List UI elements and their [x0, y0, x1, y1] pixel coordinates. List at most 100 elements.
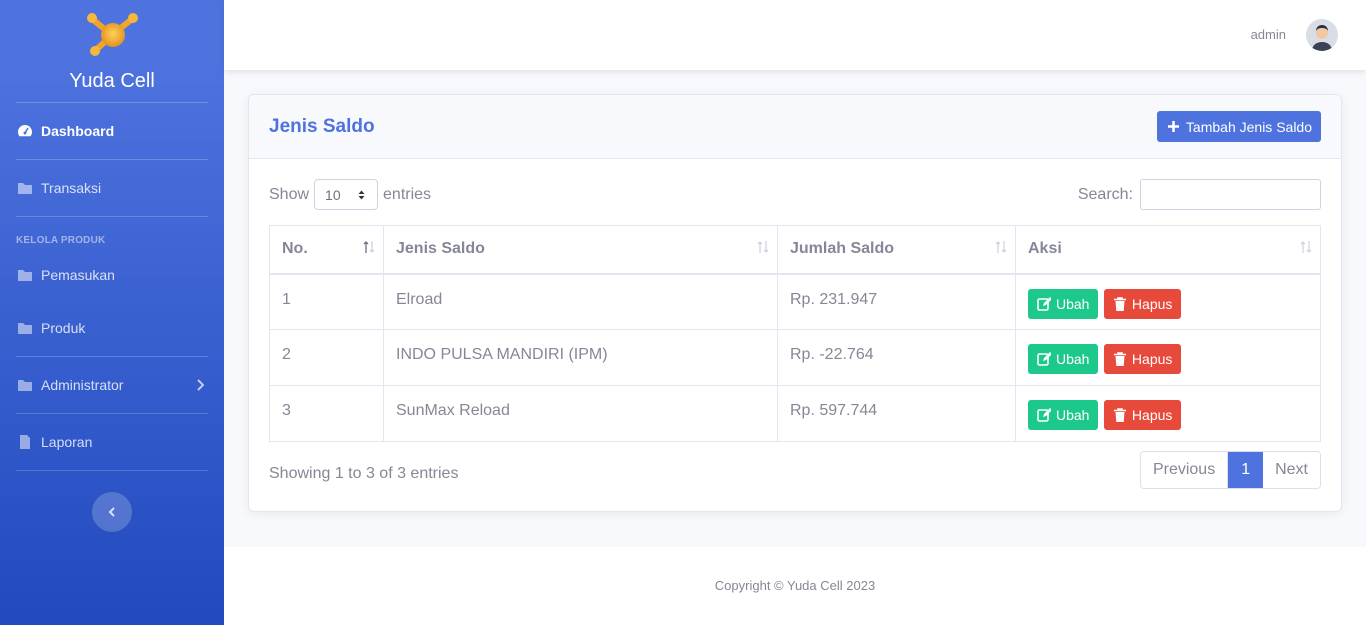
- trash-icon: [1113, 352, 1126, 366]
- column-header-label: Aksi: [1028, 240, 1062, 258]
- column-header-label: Jenis Saldo: [396, 240, 485, 258]
- column-header-no[interactable]: No.: [269, 225, 384, 275]
- entries-select-value: 10: [325, 186, 341, 203]
- edit-icon: [1037, 352, 1051, 366]
- sidebar-item-produk[interactable]: Produk: [0, 300, 224, 356]
- card-header: Jenis Saldo Tambah Jenis Saldo: [249, 95, 1341, 159]
- folder-icon: [18, 270, 32, 281]
- delete-button[interactable]: Hapus: [1103, 344, 1182, 374]
- avatar[interactable]: [1306, 19, 1338, 51]
- sidebar-item-label: Pemasukan: [41, 267, 115, 283]
- sidebar-item-label: Produk: [41, 320, 86, 336]
- cell-aksi: Ubah Hapus: [1015, 385, 1321, 442]
- edit-button[interactable]: Ubah: [1028, 400, 1099, 430]
- sort-asc-icon: [363, 241, 375, 253]
- sidebar-divider: [16, 470, 208, 471]
- cell-jenis-saldo: SunMax Reload: [383, 385, 778, 442]
- column-header-aksi[interactable]: Aksi: [1015, 225, 1321, 275]
- cell-no: 2: [269, 329, 384, 386]
- cell-jenis-saldo: Elroad: [383, 273, 778, 330]
- trash-icon: [1113, 408, 1126, 422]
- sidebar-item-label: Transaksi: [41, 180, 102, 196]
- footer: Copyright © Yuda Cell 2023: [224, 547, 1366, 625]
- jenis-saldo-table: No. Jenis Saldo Jumlah Saldo Aksi 1 Elro…: [269, 225, 1321, 442]
- previous-page-button[interactable]: Previous: [1140, 452, 1229, 488]
- user-avatar-icon: [1306, 19, 1338, 51]
- pagination: Previous 1 Next: [1139, 451, 1321, 489]
- search-label: Search:: [1077, 185, 1133, 203]
- tachometer-icon: [18, 125, 32, 137]
- copyright-text: Copyright © Yuda Cell 2023: [714, 578, 876, 593]
- delete-button-label: Hapus: [1131, 407, 1173, 423]
- sort-icon: [995, 241, 1007, 253]
- folder-icon: [18, 380, 32, 391]
- sidebar-item-transaksi[interactable]: Transaksi: [0, 160, 224, 216]
- cell-no: 1: [269, 273, 384, 330]
- user-name[interactable]: admin: [1251, 27, 1286, 42]
- edit-button-label: Ubah: [1056, 351, 1090, 367]
- brand-logo-icon: [87, 13, 138, 56]
- table-info: Showing 1 to 3 of 3 entries: [269, 465, 459, 482]
- add-jenis-saldo-button[interactable]: Tambah Jenis Saldo: [1156, 111, 1321, 142]
- show-label: Show: [269, 185, 310, 203]
- brand-name: Yuda Cell: [69, 70, 155, 92]
- add-button-label: Tambah Jenis Saldo: [1185, 118, 1312, 135]
- entries-length-control: Show 10 entries: [269, 179, 431, 210]
- column-header-label: Jumlah Saldo: [790, 240, 895, 258]
- sidebar-item-label: Administrator: [41, 377, 124, 393]
- delete-button-label: Hapus: [1131, 351, 1173, 367]
- sidebar-heading: KELOLA PRODUK: [16, 235, 106, 246]
- next-page-button[interactable]: Next: [1263, 452, 1320, 488]
- entries-label: entries: [383, 185, 432, 203]
- topbar: admin: [224, 0, 1366, 70]
- edit-button[interactable]: Ubah: [1028, 344, 1099, 374]
- sidebar-item-label: Laporan: [41, 434, 93, 450]
- cell-jumlah-saldo: Rp. -22.764: [777, 329, 1016, 386]
- sidebar-item-laporan[interactable]: Laporan: [0, 414, 224, 470]
- sidebar-item-dashboard[interactable]: Dashboard: [0, 103, 224, 159]
- table-row: 3 SunMax Reload Rp. 597.744 Ubah Hapus: [269, 385, 1321, 442]
- edit-button-label: Ubah: [1056, 295, 1090, 312]
- edit-button-label: Ubah: [1056, 407, 1090, 423]
- column-header-jumlah-saldo[interactable]: Jumlah Saldo: [777, 225, 1016, 275]
- delete-button[interactable]: Hapus: [1103, 288, 1182, 319]
- cell-aksi: Ubah Hapus: [1015, 329, 1321, 386]
- delete-button[interactable]: Hapus: [1103, 400, 1182, 430]
- select-arrows-icon: [358, 190, 365, 200]
- edit-icon: [1037, 296, 1051, 311]
- sort-icon: [1300, 241, 1312, 253]
- sidebar-item-label: Dashboard: [41, 123, 115, 139]
- search-control: Search:: [1078, 179, 1321, 210]
- delete-button-label: Hapus: [1131, 295, 1173, 312]
- plus-icon: [1167, 121, 1179, 132]
- folder-icon: [18, 183, 32, 194]
- search-input[interactable]: [1140, 179, 1321, 210]
- sidebar-item-administrator[interactable]: Administrator: [0, 357, 224, 413]
- column-header-jenis-saldo[interactable]: Jenis Saldo: [383, 225, 778, 275]
- sort-icon: [757, 241, 769, 253]
- table-row: 2 INDO PULSA MANDIRI (IPM) Rp. -22.764 U…: [269, 329, 1321, 386]
- sidebar: Yuda Cell Dashboard Transaksi KELOLA PRO…: [0, 0, 224, 625]
- cell-jumlah-saldo: Rp. 597.744: [777, 385, 1016, 442]
- edit-icon: [1037, 408, 1051, 422]
- sidebar-item-pemasukan[interactable]: Pemasukan: [0, 250, 224, 300]
- table-header-row: No. Jenis Saldo Jumlah Saldo Aksi: [269, 225, 1321, 275]
- edit-button[interactable]: Ubah: [1028, 288, 1099, 319]
- page-1-button[interactable]: 1: [1228, 452, 1264, 488]
- table-row: 1 Elroad Rp. 231.947 Ubah Hapus: [269, 273, 1321, 330]
- cell-jenis-saldo: INDO PULSA MANDIRI (IPM): [383, 329, 778, 386]
- sidebar-toggle-button[interactable]: [92, 492, 132, 532]
- brand[interactable]: Yuda Cell: [0, 0, 224, 102]
- chevron-right-icon: [197, 379, 204, 391]
- chevron-left-icon: [108, 507, 115, 517]
- cell-no: 3: [269, 385, 384, 442]
- cell-aksi: Ubah Hapus: [1015, 273, 1321, 330]
- page-title: Jenis Saldo: [269, 116, 375, 137]
- cell-jumlah-saldo: Rp. 231.947: [777, 273, 1016, 330]
- trash-icon: [1113, 296, 1126, 311]
- folder-icon: [18, 323, 32, 334]
- column-header-label: No.: [282, 240, 308, 258]
- file-icon: [20, 435, 30, 449]
- jenis-saldo-card: Jenis Saldo Tambah Jenis Saldo Show 10 e…: [248, 94, 1342, 512]
- entries-select[interactable]: 10: [314, 179, 379, 210]
